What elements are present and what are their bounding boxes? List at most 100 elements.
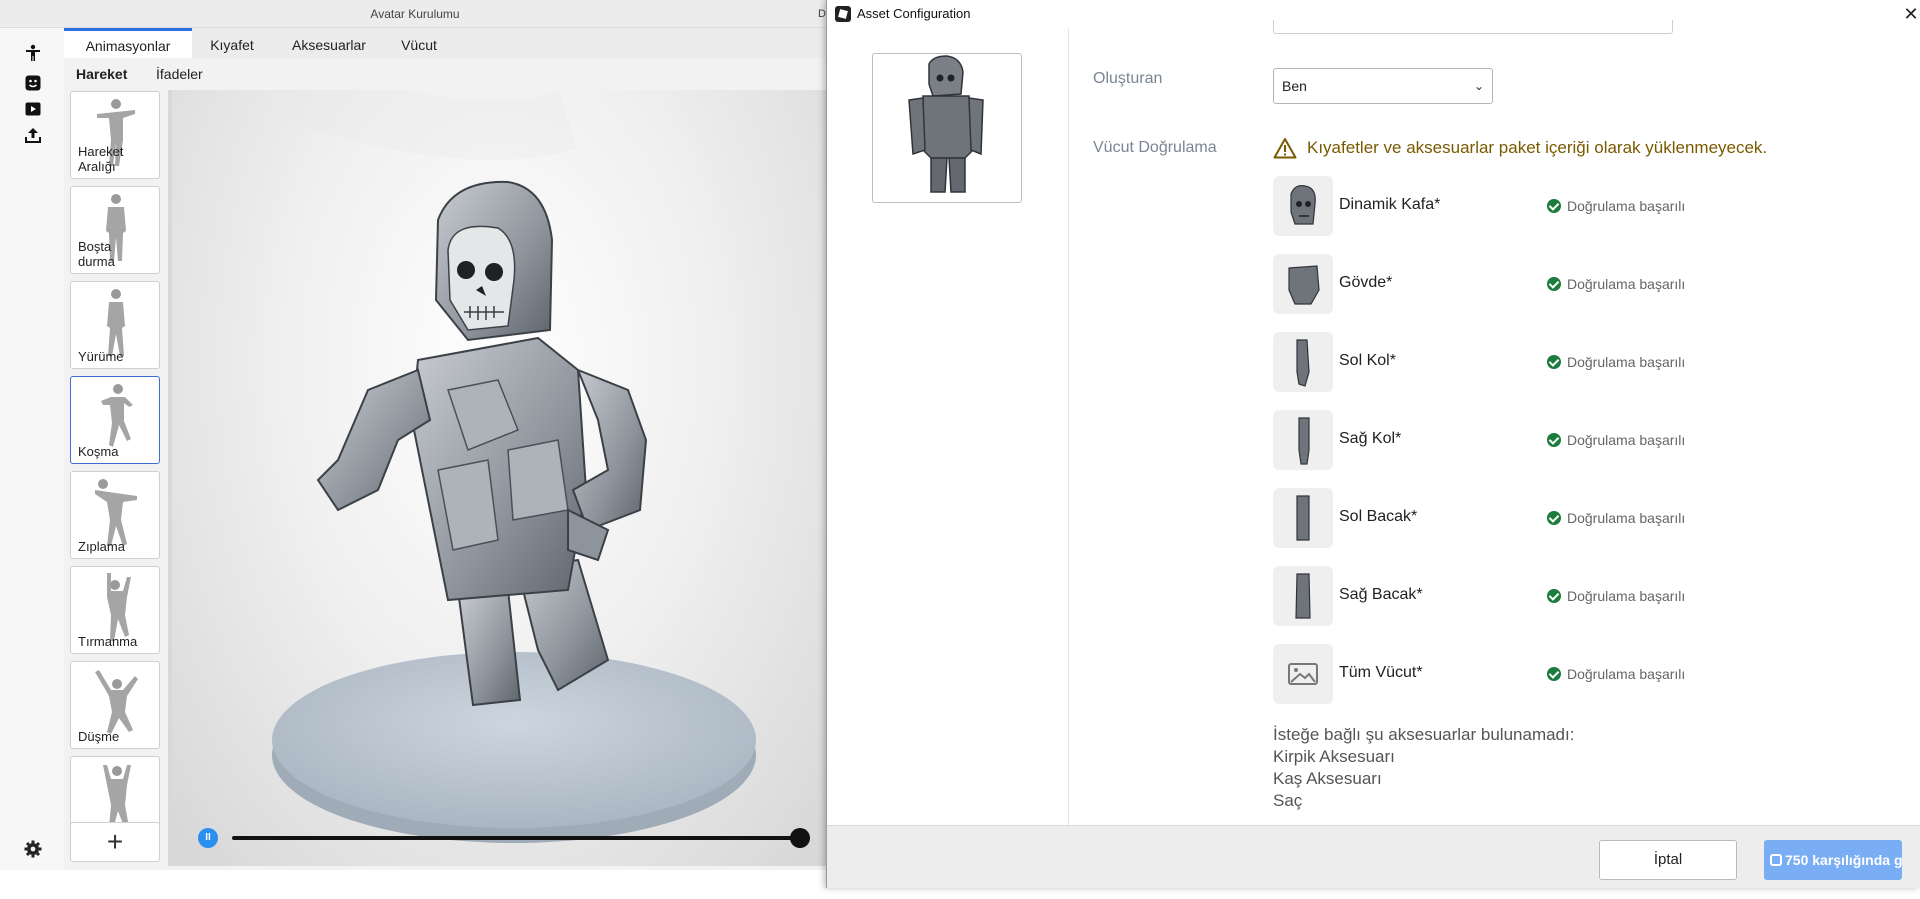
check-circle-icon [1547, 667, 1561, 681]
avatar-tabs: Animasyonlar Kıyafet Aksesuarlar Vücut [64, 28, 830, 58]
optional-item: Kirpik Aksesuarı [1273, 747, 1395, 766]
animation-card[interactable] [70, 756, 160, 826]
part-thumbnail [1273, 254, 1333, 314]
check-circle-icon [1547, 199, 1561, 213]
right-leg-icon [1295, 573, 1311, 619]
left-leg-icon [1296, 495, 1310, 541]
check-circle-icon [1547, 589, 1561, 603]
validation-status: Doğrulama başarılı [1547, 354, 1685, 370]
animation-card[interactable]: Boşta durma [70, 186, 160, 274]
validation-status: Doğrulama başarılı [1547, 510, 1685, 526]
animation-card[interactable]: Hareket Aralığı [70, 91, 160, 179]
asset-thumbnail [872, 53, 1022, 203]
validation-status: Doğrulama başarılı [1547, 666, 1685, 682]
animation-card-selected[interactable]: Koşma [70, 376, 160, 464]
part-thumbnail [1273, 176, 1333, 236]
dialog-title: Asset Configuration [857, 6, 971, 21]
animation-label: Koşma [78, 444, 119, 459]
tab-aksesuarlar[interactable]: Aksesuarlar [278, 28, 380, 58]
part-name: Tüm Vücut* [1339, 664, 1423, 681]
check-circle-icon [1547, 433, 1561, 447]
part-thumbnail [1273, 644, 1333, 704]
upload-warning: Kıyafetler ve aksesuarlar paket içeriği … [1273, 136, 1767, 160]
optional-item: Kaş Aksesuarı [1273, 769, 1382, 788]
subtab-ifadeler[interactable]: İfadeler [156, 58, 203, 88]
avatar-setup-window: Avatar Kurulumu D Animasyonlar Kıyafet A… [0, 0, 830, 870]
warning-icon [1273, 138, 1297, 159]
animation-label: Boşta durma [78, 239, 115, 269]
check-circle-icon [1547, 511, 1561, 525]
face-icon[interactable] [22, 72, 44, 94]
part-thumbnail [1273, 488, 1333, 548]
avatar-icon[interactable] [22, 42, 44, 64]
previous-field-edge [1273, 20, 1673, 34]
creator-label: Oluşturan [1093, 70, 1163, 87]
play-icon[interactable] [22, 98, 44, 120]
cancel-button[interactable]: İptal [1599, 840, 1737, 880]
validation-row-full-body: Tüm Vücut* Doğrulama başarılı [1273, 644, 1873, 706]
animation-timeline[interactable] [232, 836, 798, 840]
animation-label: Yürüme [78, 349, 124, 364]
column-divider [1068, 28, 1069, 825]
part-name: Dinamik Kafa* [1339, 196, 1441, 213]
creator-dropdown-value: Ben [1282, 78, 1307, 94]
part-name: Sağ Bacak* [1339, 586, 1423, 603]
animation-card[interactable]: Düşme [70, 661, 160, 749]
validation-row-right-arm: Sağ Kol* Doğrulama başarılı [1273, 410, 1873, 472]
submit-button-label: 750 karşılığında gönder [1785, 852, 1902, 868]
dynamic-head-icon [1290, 185, 1316, 225]
add-animation-button[interactable]: + [70, 822, 160, 862]
animation-card[interactable]: Zıplama [70, 471, 160, 559]
chevron-down-icon: ⌄ [1473, 79, 1484, 93]
submit-button[interactable]: 750 karşılığında gönder [1764, 840, 1902, 880]
optional-heading: İsteğe bağlı şu aksesuarlar bulunamadı: [1273, 725, 1575, 744]
validation-row-right-leg: Sağ Bacak* Doğrulama başarılı [1273, 566, 1873, 628]
robux-icon [1770, 854, 1782, 866]
stone-golem-avatar-render [272, 90, 756, 843]
upload-icon[interactable] [22, 124, 44, 146]
validation-row-left-arm: Sol Kol* Doğrulama başarılı [1273, 332, 1873, 394]
animation-label: Hareket Aralığı [78, 144, 124, 174]
body-validation-label: Vücut Doğrulama [1093, 139, 1217, 156]
image-placeholder-icon [1288, 663, 1318, 685]
asset-configuration-dialog: Asset Configuration ✕ Oluşturan Ben ⌄ Vü… [826, 0, 1920, 888]
validation-row-torso: Gövde* Doğrulama başarılı [1273, 254, 1873, 316]
torso-icon [1288, 265, 1320, 305]
animation-label: Zıplama [78, 539, 125, 554]
tab-kiyafet[interactable]: Kıyafet [194, 28, 270, 58]
part-thumbnail [1273, 332, 1333, 392]
animation-card[interactable]: Tırmanma [70, 566, 160, 654]
animation-label: Düşme [78, 729, 120, 744]
validation-status: Doğrulama başarılı [1547, 276, 1685, 292]
settings-gear-icon[interactable] [24, 840, 42, 858]
part-name: Sağ Kol* [1339, 430, 1402, 447]
avatar-window-title: Avatar Kurulumu [370, 7, 460, 21]
left-arm-icon [1296, 339, 1310, 387]
missing-optional-accessories: İsteğe bağlı şu aksesuarlar bulunamadı: … [1273, 724, 1574, 812]
validation-status: Doğrulama başarılı [1547, 198, 1685, 214]
part-name: Sol Bacak* [1339, 508, 1418, 525]
tab-vucut[interactable]: Vücut [386, 28, 452, 58]
left-rail [0, 28, 64, 870]
validation-status: Doğrulama başarılı [1547, 588, 1685, 604]
animation-card[interactable]: Yürüme [70, 281, 160, 369]
creator-dropdown[interactable]: Ben ⌄ [1273, 68, 1493, 104]
part-thumbnail [1273, 566, 1333, 626]
pause-icon[interactable]: II [198, 828, 218, 848]
timeline-scrubber-handle[interactable] [790, 828, 810, 848]
avatar-window-titlebar: Avatar Kurulumu D [0, 0, 830, 28]
check-circle-icon [1547, 355, 1561, 369]
part-name: Sol Kol* [1339, 352, 1396, 369]
subtab-hareket[interactable]: Hareket [76, 58, 127, 88]
tab-animasyonlar[interactable]: Animasyonlar [64, 28, 192, 58]
roblox-studio-logo-icon [835, 6, 851, 22]
check-circle-icon [1547, 277, 1561, 291]
animation-label: Tırmanma [78, 634, 138, 649]
close-icon[interactable]: ✕ [1901, 2, 1920, 26]
warning-text: Kıyafetler ve aksesuarlar paket içeriği … [1307, 138, 1768, 157]
avatar-thumbnail-icon [908, 55, 984, 193]
optional-item: Saç [1273, 791, 1303, 810]
dialog-footer: İptal 750 karşılığında gönder [827, 825, 1920, 888]
right-arm-icon [1298, 417, 1310, 465]
avatar-3d-viewport[interactable]: II [168, 90, 830, 866]
